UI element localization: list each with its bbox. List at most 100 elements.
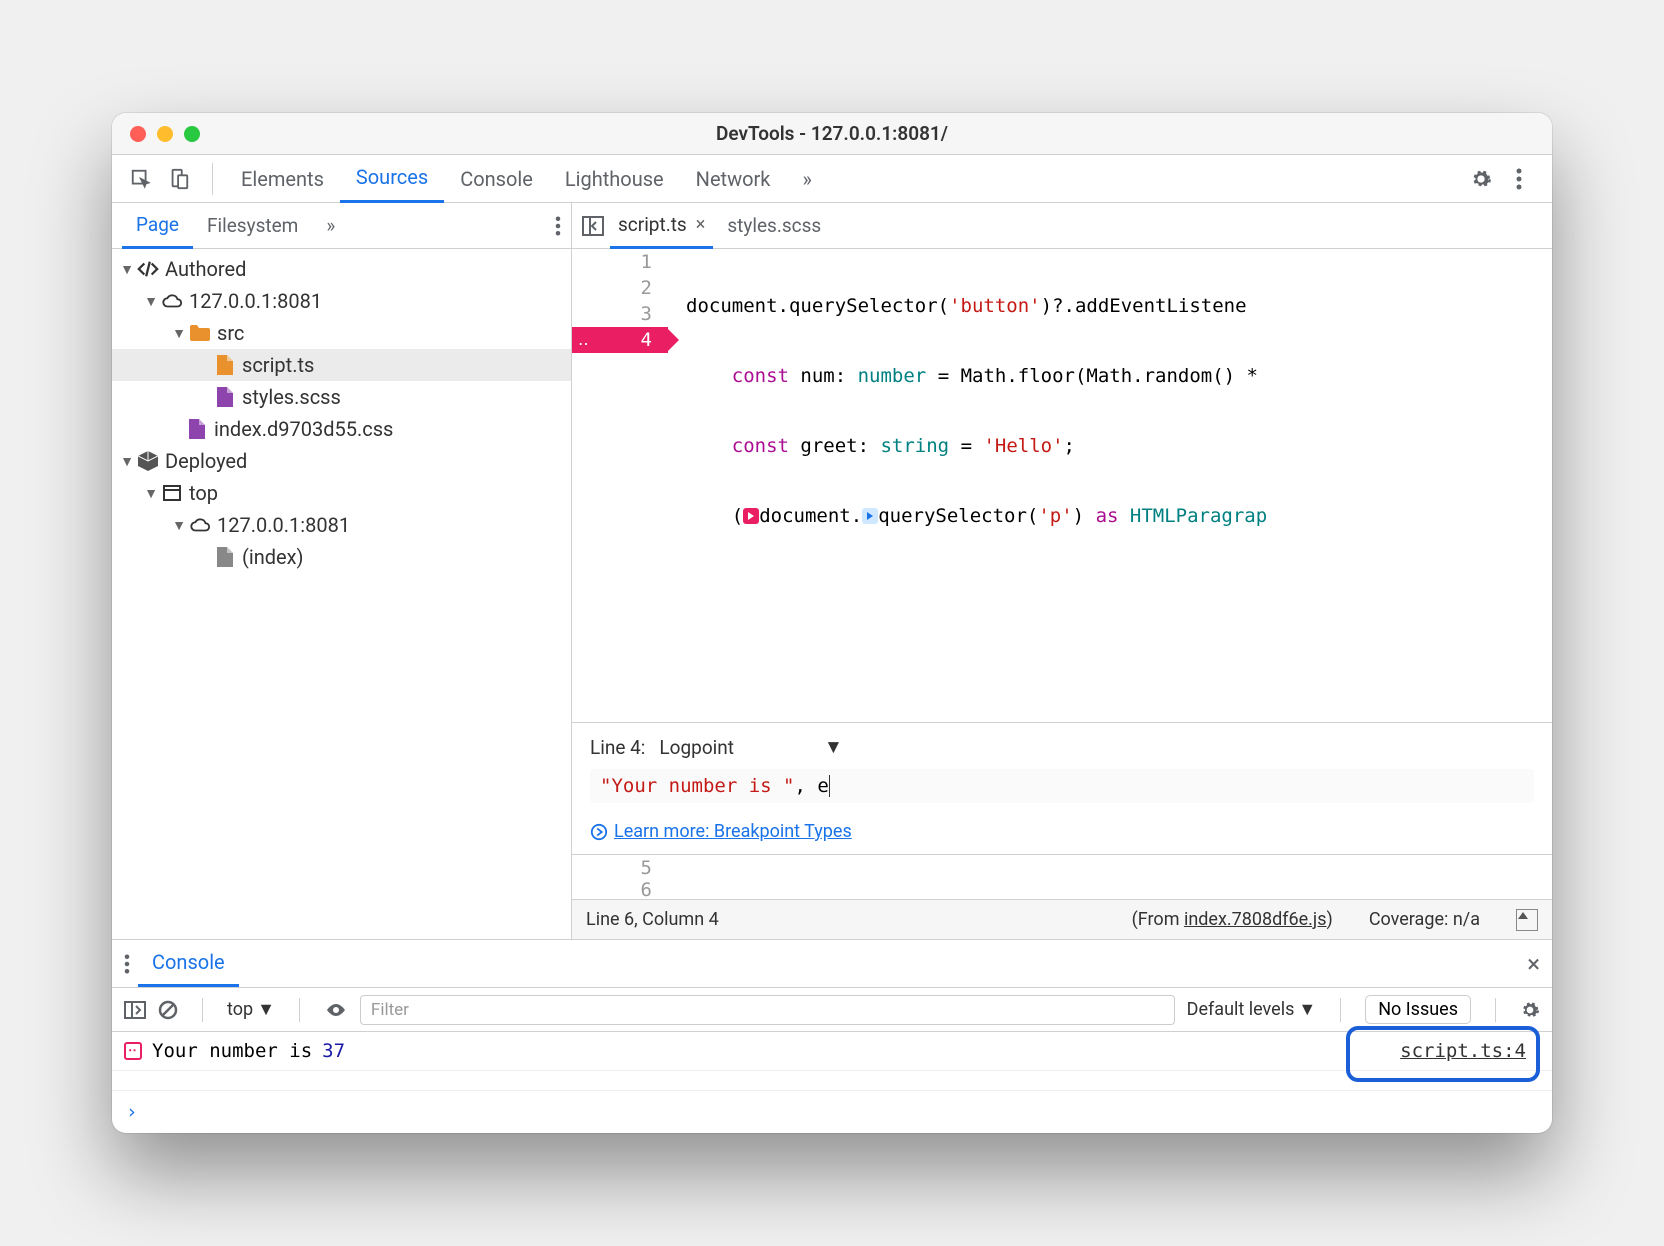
folder-icon — [189, 322, 211, 344]
navigator-tabs: Page Filesystem » — [112, 203, 571, 249]
log-text: Your number is — [152, 1040, 312, 1062]
log-row[interactable]: Your number is 37 script.ts:4 — [112, 1032, 1552, 1071]
code-editor-bottom[interactable]: 5 6 console.log(num); }): — [572, 855, 1552, 899]
close-drawer-icon[interactable]: × — [1527, 950, 1540, 978]
line-gutter[interactable]: 5 6 — [572, 855, 668, 899]
code-area[interactable]: document.querySelector('button')?.addEve… — [668, 249, 1552, 722]
tree-top[interactable]: ▼ top — [112, 477, 571, 509]
line-number[interactable]: 1 — [572, 249, 652, 275]
navigator-panel: Page Filesystem » ▼ Authored ▼ 127.0.0.1… — [112, 203, 572, 939]
more-subtabs[interactable]: » — [312, 203, 349, 249]
tree-label: Deployed — [165, 449, 247, 473]
code-area[interactable]: console.log(num); }): — [668, 855, 1552, 899]
subtab-filesystem[interactable]: Filesystem — [193, 203, 312, 249]
file-tab-styles[interactable]: styles.scss — [719, 203, 829, 249]
console-sidebar-icon[interactable] — [124, 1001, 146, 1019]
file-icon — [186, 418, 208, 440]
box-icon — [137, 450, 159, 472]
coverage-info: Coverage: n/a — [1369, 909, 1480, 930]
file-tabs: script.ts × styles.scss — [572, 203, 1552, 249]
divider — [212, 163, 213, 195]
minimize-window-button[interactable] — [157, 126, 173, 142]
log-levels-select[interactable]: Default levels ▼ — [1187, 999, 1317, 1020]
toggle-navigator-icon[interactable] — [582, 216, 604, 236]
editor-panel: script.ts × styles.scss 1 2 3 4 document… — [572, 203, 1552, 939]
clear-console-icon[interactable] — [158, 1000, 178, 1020]
logpoint-expression-input[interactable]: "Your number is ", e — [590, 769, 1534, 803]
issues-button[interactable]: No Issues — [1365, 995, 1471, 1024]
select-value: Logpoint — [659, 736, 734, 759]
tree-label: src — [217, 321, 244, 345]
caret-icon: ▼ — [172, 325, 186, 342]
tree-file-styles[interactable]: styles.scss — [112, 381, 571, 413]
console-tab[interactable]: Console — [138, 941, 239, 987]
learn-more-link[interactable]: Learn more: Breakpoint Types — [590, 821, 1534, 842]
navigator-menu-icon[interactable] — [555, 216, 561, 236]
tree-label: script.ts — [242, 353, 314, 377]
cloud-icon — [189, 514, 211, 536]
live-expression-icon[interactable] — [324, 1002, 348, 1018]
tree-label: styles.scss — [242, 385, 341, 409]
cloud-icon — [161, 290, 183, 312]
context-select[interactable]: top ▼ — [227, 999, 275, 1020]
collapse-icon[interactable] — [1516, 909, 1538, 931]
kebab-menu-icon[interactable] — [1502, 162, 1536, 196]
tab-sources[interactable]: Sources — [340, 155, 444, 203]
file-icon — [214, 354, 236, 376]
tree-host[interactable]: ▼ 127.0.0.1:8081 — [112, 285, 571, 317]
file-tree: ▼ Authored ▼ 127.0.0.1:8081 ▼ src script… — [112, 249, 571, 939]
cursor-position: Line 6, Column 4 — [586, 909, 719, 930]
inline-editor-header: Line 4: Logpoint ▼ — [590, 735, 1534, 759]
tab-elements[interactable]: Elements — [225, 155, 340, 203]
tab-network[interactable]: Network — [680, 155, 787, 203]
breakpoint-marker[interactable]: 4 — [572, 327, 668, 353]
tree-file-script[interactable]: script.ts — [112, 349, 571, 381]
tree-deployed[interactable]: ▼ Deployed — [112, 445, 571, 477]
console-tabs: Console × — [112, 940, 1552, 988]
tree-index[interactable]: (index) — [112, 541, 571, 573]
line-gutter[interactable]: 1 2 3 4 — [572, 249, 668, 722]
tree-authored[interactable]: ▼ Authored — [112, 253, 571, 285]
logpoint-marker-icon — [124, 1042, 142, 1060]
tab-lighthouse[interactable]: Lighthouse — [549, 155, 680, 203]
file-tab-label: styles.scss — [727, 214, 821, 237]
tree-file-indexcss[interactable]: index.d9703d55.css — [112, 413, 571, 445]
code-icon — [137, 258, 159, 280]
line-number[interactable]: 3 — [572, 301, 652, 327]
inspect-element-icon[interactable] — [124, 162, 158, 196]
settings-gear-icon[interactable] — [1464, 162, 1498, 196]
line-number[interactable]: 2 — [572, 275, 652, 301]
chevron-down-icon: ▼ — [257, 999, 275, 1020]
code-line: const num: number = Math.floor(Math.rand… — [686, 363, 1552, 389]
console-prompt[interactable]: › — [112, 1091, 1552, 1133]
caret-icon: ▼ — [172, 517, 186, 534]
traffic-lights — [130, 126, 200, 142]
tree-host2[interactable]: ▼ 127.0.0.1:8081 — [112, 509, 571, 541]
file-tab-label: script.ts — [618, 213, 687, 236]
line-number[interactable]: 5 — [572, 855, 652, 881]
code-editor[interactable]: 1 2 3 4 document.querySelector('button')… — [572, 249, 1552, 722]
file-tab-script[interactable]: script.ts × — [610, 203, 713, 249]
close-tab-icon[interactable]: × — [696, 214, 706, 235]
tree-src-folder[interactable]: ▼ src — [112, 317, 571, 349]
console-drawer: Console × top ▼ Filter Defa — [112, 939, 1552, 1133]
tab-console[interactable]: Console — [444, 155, 549, 203]
tree-label: (index) — [242, 545, 304, 569]
tree-label: 127.0.0.1:8081 — [189, 289, 322, 313]
more-tabs[interactable]: » — [786, 155, 827, 203]
frame-icon — [161, 482, 183, 504]
filter-input[interactable]: Filter — [360, 995, 1175, 1025]
line-number[interactable]: 6 — [572, 881, 652, 899]
close-window-button[interactable] — [130, 126, 146, 142]
code-line: const greet: string = 'Hello'; — [686, 433, 1552, 459]
titlebar: DevTools - 127.0.0.1:8081/ — [112, 113, 1552, 155]
source-map-from[interactable]: (From index.7808df6e.js) — [1132, 909, 1333, 930]
caret-icon: ▼ — [144, 485, 158, 502]
subtab-page[interactable]: Page — [122, 203, 193, 249]
device-toolbar-icon[interactable] — [162, 162, 196, 196]
console-settings-icon[interactable] — [1520, 1000, 1540, 1020]
maximize-window-button[interactable] — [184, 126, 200, 142]
file-icon — [214, 386, 236, 408]
breakpoint-type-select[interactable]: Logpoint ▼ — [659, 735, 842, 759]
console-menu-icon[interactable] — [124, 954, 130, 974]
